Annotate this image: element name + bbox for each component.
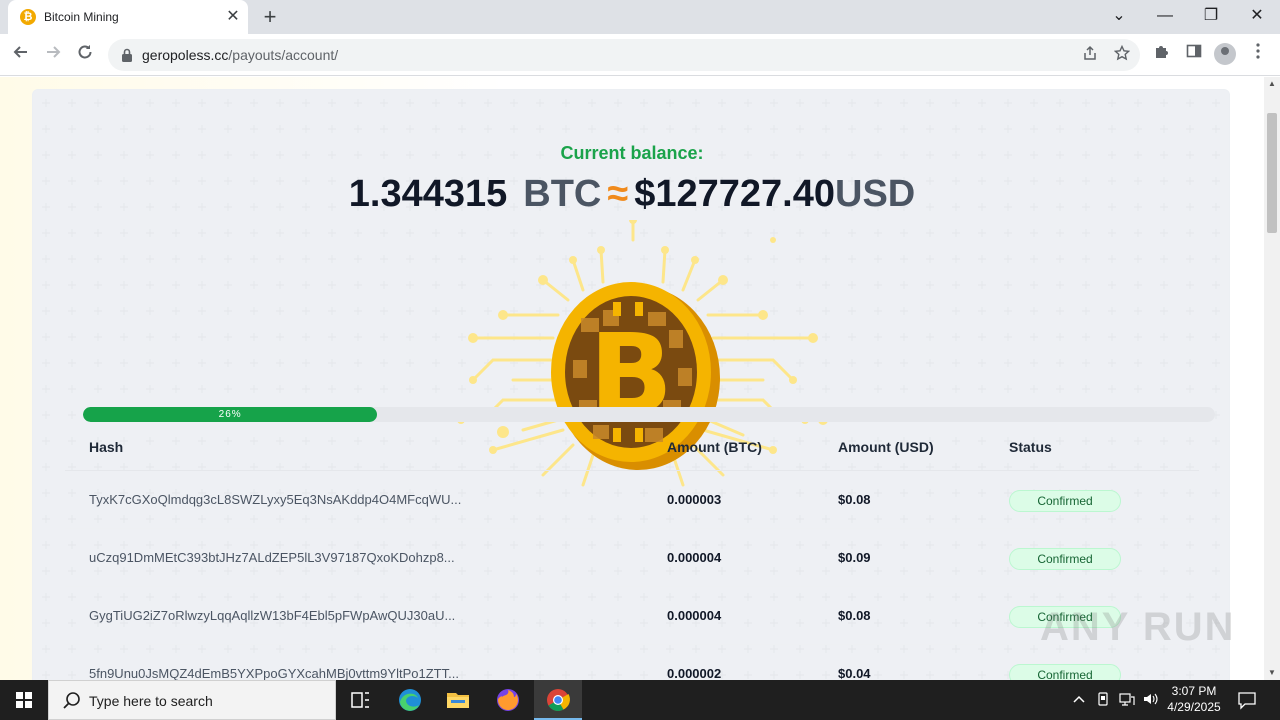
chrome-icon[interactable] <box>534 680 582 720</box>
tab-close-icon[interactable]: ✕ <box>224 8 242 26</box>
current-balance-label: Current balance: <box>560 143 704 163</box>
row-hash: uCzq91DmMEtC393btJHz7ALdZEP5lL3V97187Qxo… <box>89 550 455 565</box>
header-amount-usd: Amount (USD) <box>838 439 934 455</box>
balance-usd-unit: USD <box>835 173 916 215</box>
row-amount-btc: 0.000003 <box>667 492 722 507</box>
progress-bar-fill: 26% <box>83 407 378 422</box>
tab-title: Bitcoin Mining <box>44 10 119 24</box>
table-row: GygTiUG2iZ7oRlwzyLqqAqllzW13bF4Ebl5pFWpA… <box>65 587 1199 645</box>
bitcoin-favicon-icon: ₿ <box>20 9 36 25</box>
side-panel-icon[interactable] <box>1182 43 1206 67</box>
approx-symbol: ≈ <box>607 173 629 215</box>
row-hash: GygTiUG2iZ7oRlwzyLqqAqllzW13bF4Ebl5pFWpA… <box>89 608 456 623</box>
row-hash: TyxK7cGXoQlmdqg3cL8SWZLyxy5Eq3NsAKddp4O4… <box>89 492 462 507</box>
row-amount-btc: 0.000004 <box>667 608 722 623</box>
url-path: /payouts/account/ <box>228 47 339 63</box>
scroll-down-icon[interactable]: ▼ <box>1264 666 1280 680</box>
bookmark-star-icon[interactable] <box>1112 44 1132 65</box>
scroll-up-icon[interactable]: ▲ <box>1264 77 1280 91</box>
tab-strip: ₿ Bitcoin Mining ✕ + ⌄ — ❐ ✕ <box>0 0 1280 34</box>
vertical-scrollbar[interactable]: ▲ ▼ <box>1264 77 1280 680</box>
row-amount-usd: $0.08 <box>838 608 871 623</box>
search-icon <box>63 692 80 709</box>
browser-tab[interactable]: ₿ Bitcoin Mining ✕ <box>8 0 248 34</box>
table-header: Hash Amount (BTC) Amount (USD) Status <box>65 428 1199 471</box>
url-host: geropoless.cc <box>142 47 229 63</box>
balance-usd-value: $127727.40 <box>634 173 835 215</box>
file-explorer-icon[interactable] <box>434 680 482 720</box>
scrollbar-thumb[interactable] <box>1267 113 1277 233</box>
tab-search-icon[interactable]: ⌄ <box>1104 4 1134 28</box>
restore-button[interactable]: ❐ <box>1196 4 1226 28</box>
extensions-puzzle-icon[interactable] <box>1150 43 1174 67</box>
address-bar[interactable]: geropoless.cc/payouts/account/ <box>108 39 1140 71</box>
row-amount-usd: $0.04 <box>838 666 871 680</box>
status-badge: Confirmed <box>1009 664 1121 680</box>
row-amount-btc: 0.000004 <box>667 550 722 565</box>
url-text: geropoless.cc/payouts/account/ <box>142 47 338 63</box>
tray-chevron-icon[interactable] <box>1070 692 1088 708</box>
row-amount-btc: 0.000002 <box>667 666 722 680</box>
table-row: TyxK7cGXoQlmdqg3cL8SWZLyxy5Eq3NsAKddp4O4… <box>65 471 1199 529</box>
edge-browser-icon[interactable] <box>386 680 434 720</box>
taskbar-clock[interactable]: 3:07 PM 4/29/2025 <box>1158 683 1230 715</box>
windows-start-icon[interactable] <box>0 680 48 720</box>
minimize-button[interactable]: — <box>1150 4 1180 28</box>
table-row: 5fn9Unu0JsMQZ4dEmB5YXPpoGYXcahMBj0vttm9Y… <box>65 645 1199 680</box>
status-badge: Confirmed <box>1009 548 1121 570</box>
back-arrow-icon[interactable] <box>8 42 34 68</box>
task-view-icon[interactable] <box>336 680 384 720</box>
firefox-icon[interactable] <box>484 680 532 720</box>
taskbar-search-box[interactable]: Type here to search <box>48 680 336 720</box>
forward-arrow-icon[interactable] <box>40 42 66 68</box>
tray-device-icon[interactable] <box>1094 692 1112 708</box>
balance-btc-value: 1.344315 <box>348 173 508 215</box>
anyrun-watermark: ANY RUN <box>1040 605 1236 649</box>
header-amount-btc: Amount (BTC) <box>667 439 762 455</box>
header-hash: Hash <box>89 439 124 455</box>
window-close-button[interactable]: ✕ <box>1242 4 1272 28</box>
payouts-table: Hash Amount (BTC) Amount (USD) Status Ty… <box>65 428 1199 680</box>
row-amount-usd: $0.08 <box>838 492 871 507</box>
lock-icon <box>122 48 132 62</box>
header-status: Status <box>1009 439 1052 455</box>
reload-icon[interactable] <box>72 42 98 68</box>
profile-avatar[interactable] <box>1214 43 1236 65</box>
balance-btc-unit: BTC <box>523 173 602 215</box>
table-row: uCzq91DmMEtC393btJHz7ALdZEP5lL3V97187Qxo… <box>65 529 1199 587</box>
balance-amount: 1.344315 BTC ≈ $127727.40USD <box>33 173 1231 216</box>
notification-center-icon[interactable] <box>1236 690 1258 710</box>
network-icon[interactable] <box>1118 692 1136 708</box>
status-badge: Confirmed <box>1009 490 1121 512</box>
page-viewport: Current balance: 1.344315 BTC ≈ $127727.40U… <box>0 77 1264 680</box>
menu-kebab-icon[interactable] <box>1246 43 1270 67</box>
search-placeholder: Type here to search <box>89 693 213 709</box>
new-tab-button[interactable]: + <box>258 6 282 30</box>
balance-card: Current balance: 1.344315 BTC ≈ $127727.40U… <box>32 89 1231 680</box>
browser-toolbar: geropoless.cc/payouts/account/ <box>0 34 1280 76</box>
clock-time: 3:07 PM <box>1171 684 1217 698</box>
clock-date: 4/29/2025 <box>1167 700 1221 714</box>
row-hash: 5fn9Unu0JsMQZ4dEmB5YXPpoGYXcahMBj0vttm9Y… <box>89 666 459 680</box>
windows-taskbar: Type here to search 3:07 PM 4/29/2025 <box>0 680 1280 720</box>
row-amount-usd: $0.09 <box>838 550 871 565</box>
share-icon[interactable] <box>1080 45 1100 65</box>
progress-bar: 26% <box>83 407 1215 422</box>
